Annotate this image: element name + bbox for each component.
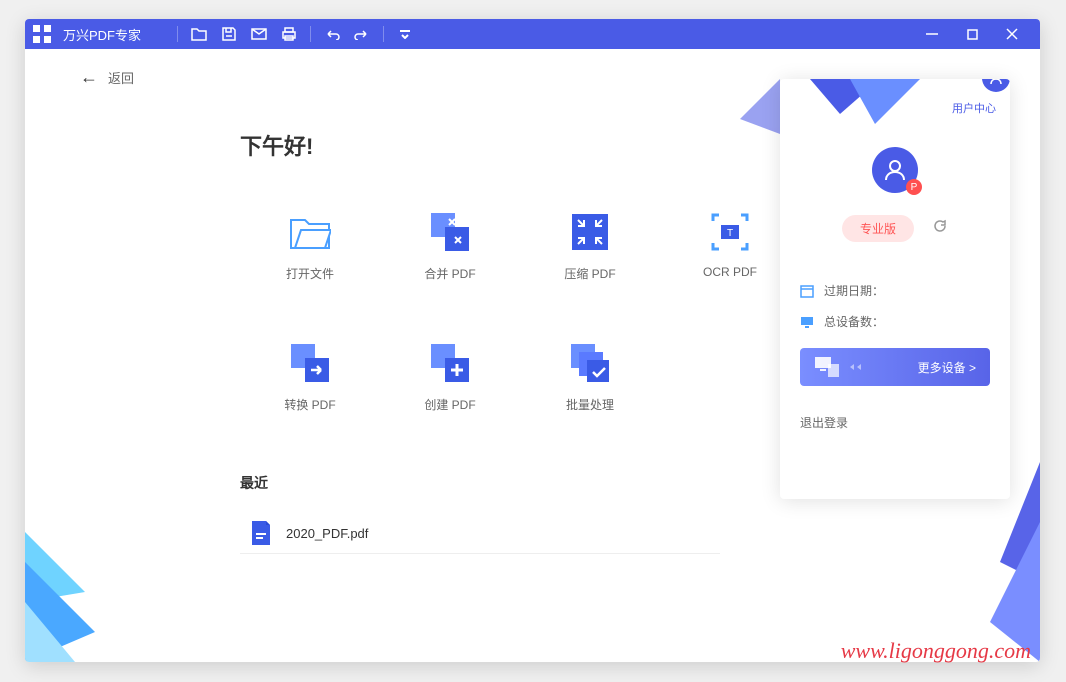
redo-icon[interactable] [347, 19, 377, 49]
merge-icon [429, 211, 471, 253]
convert-pdf-action[interactable]: 转换 PDF [240, 342, 380, 413]
action-label: 转换 PDF [284, 396, 335, 413]
more-devices-label: 更多设备 > [918, 359, 976, 376]
save-icon[interactable] [214, 19, 244, 49]
calendar-icon [800, 284, 814, 298]
account-info: 过期日期： 总设备数： [780, 282, 1010, 330]
titlebar: 万兴PDF专家 [25, 19, 1040, 49]
separator [177, 26, 178, 42]
action-label: 合并 PDF [424, 265, 475, 282]
arrow-icon [848, 363, 868, 371]
ocr-pdf-action[interactable]: T OCR PDF [660, 211, 800, 282]
action-label: 打开文件 [286, 265, 334, 282]
device-count-label: 总设备数： [824, 313, 884, 330]
user-avatar[interactable]: P [872, 147, 918, 193]
monitor-icon [800, 315, 814, 329]
user-center-link[interactable]: 用户中心 [952, 103, 996, 115]
watermark: www.ligonggong.com [841, 638, 1031, 664]
action-label: 压缩 PDF [564, 265, 615, 282]
back-arrow-icon: ← [80, 67, 98, 88]
open-file-action[interactable]: 打开文件 [240, 211, 380, 282]
create-pdf-action[interactable]: 创建 PDF [380, 342, 520, 413]
separator [383, 26, 384, 42]
avatar-section: P 专业版 [780, 147, 1010, 242]
open-file-icon[interactable] [184, 19, 214, 49]
expire-label: 过期日期： [824, 282, 884, 299]
close-button[interactable] [992, 19, 1032, 49]
window-controls [912, 19, 1032, 49]
panel-header: 用户中心 [780, 79, 1010, 117]
convert-icon [289, 342, 331, 384]
merge-pdf-action[interactable]: 合并 PDF [380, 211, 520, 282]
app-window: 万兴PDF专家 [25, 19, 1040, 662]
maximize-button[interactable] [952, 19, 992, 49]
more-devices-button[interactable]: 更多设备 > [800, 348, 990, 386]
mail-icon[interactable] [244, 19, 274, 49]
pdf-file-icon [250, 521, 272, 545]
content-area: ← 返回 下午好! 打开文件 合并 PDF [25, 49, 1040, 662]
action-label: 创建 PDF [424, 396, 475, 413]
refresh-icon[interactable] [932, 218, 948, 239]
ocr-icon: T [709, 211, 751, 253]
device-count-row: 总设备数： [800, 313, 990, 330]
back-button[interactable]: ← 返回 [80, 67, 134, 88]
folder-icon [289, 211, 331, 253]
batch-process-action[interactable]: 批量处理 [520, 342, 660, 413]
app-title: 万兴PDF专家 [63, 25, 141, 44]
undo-icon[interactable] [317, 19, 347, 49]
menu-dropdown-icon[interactable] [390, 19, 420, 49]
separator [310, 26, 311, 42]
logout-link[interactable]: 退出登录 [800, 414, 990, 431]
pro-version-badge: 专业版 [842, 215, 914, 242]
print-icon[interactable] [274, 19, 304, 49]
back-label: 返回 [108, 68, 134, 87]
minimize-button[interactable] [912, 19, 952, 49]
pro-badge-icon: P [906, 179, 922, 195]
action-label: 批量处理 [566, 396, 614, 413]
recent-file-name: 2020_PDF.pdf [286, 526, 368, 541]
pro-badge-row: 专业版 [842, 215, 948, 242]
svg-text:T: T [727, 228, 733, 239]
create-icon [429, 342, 471, 384]
app-logo-icon [33, 25, 51, 43]
expire-date-row: 过期日期： [800, 282, 990, 299]
action-label: OCR PDF [703, 265, 757, 279]
compress-pdf-action[interactable]: 压缩 PDF [520, 211, 660, 282]
batch-icon [569, 342, 611, 384]
compress-icon [569, 211, 611, 253]
recent-file-item[interactable]: 2020_PDF.pdf [240, 513, 720, 554]
devices-icon [814, 356, 840, 378]
user-panel: 用户中心 P 专业版 过期日期： [780, 79, 1010, 499]
